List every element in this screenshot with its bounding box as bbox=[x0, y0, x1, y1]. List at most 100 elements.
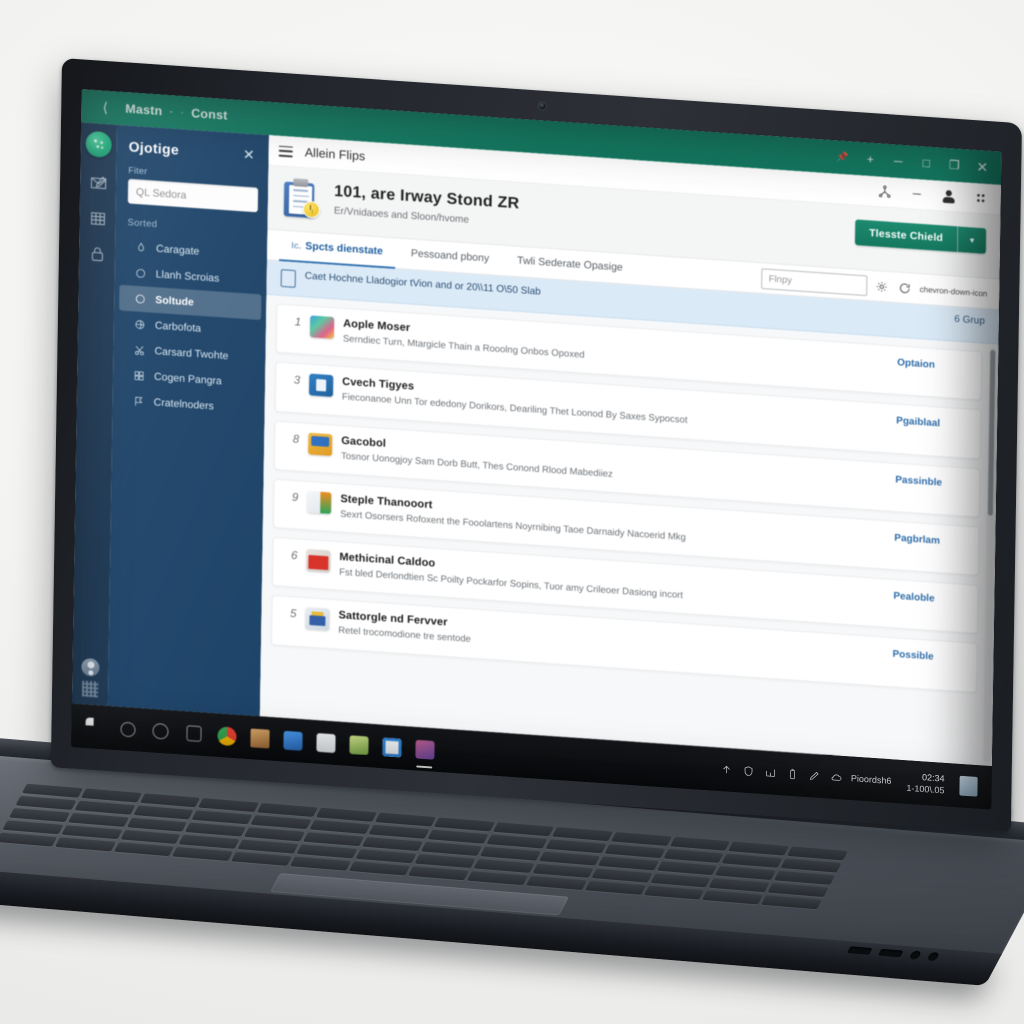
list-item-title: Aople Moser bbox=[343, 317, 411, 335]
system-tray: Pioordsh6 02:34 1-100\.05 bbox=[719, 757, 984, 799]
photos-icon[interactable] bbox=[343, 729, 373, 761]
list-item-title: Cvech Tigyes bbox=[342, 376, 415, 393]
content-title: Allein Flips bbox=[304, 145, 366, 164]
package-app-icon bbox=[306, 548, 331, 573]
sidebar-item-label: Carsard Twohte bbox=[154, 345, 229, 363]
qr-code-icon[interactable] bbox=[81, 680, 99, 698]
pen-icon[interactable] bbox=[807, 768, 822, 784]
mail-icon[interactable] bbox=[277, 724, 307, 756]
explorer-icon[interactable] bbox=[376, 731, 406, 763]
pin-icon[interactable]: 📌 bbox=[829, 145, 855, 170]
user-avatar-icon[interactable] bbox=[81, 657, 100, 677]
sidebar-item-label: Soltude bbox=[155, 294, 194, 309]
list-item-status[interactable]: Possible bbox=[892, 647, 964, 665]
sidebar-close-icon[interactable]: ✕ bbox=[239, 145, 259, 164]
task-view-icon[interactable] bbox=[145, 715, 175, 747]
desktop: ⟨ Mastn - · Const 📌 + ─ □ ❐ ✕ Ojotige ✕ … bbox=[71, 88, 1002, 810]
list-container: 1 Aople Moser Serndiec Turn, Mtargicle T… bbox=[259, 294, 999, 767]
list-item-number: 5 bbox=[290, 608, 297, 621]
laptop-lid: ⟨ Mastn - · Const 📌 + ─ □ ❐ ✕ Ojotige ✕ … bbox=[50, 58, 1022, 833]
document-outline-icon bbox=[280, 269, 296, 288]
blocks-icon bbox=[132, 368, 146, 383]
sidebar-item-label: Carbofota bbox=[154, 319, 202, 335]
list-item-status[interactable]: Optaion bbox=[897, 355, 969, 373]
breadcrumb-leaf[interactable]: Const bbox=[191, 106, 228, 122]
camera-icon[interactable] bbox=[310, 727, 340, 759]
hamburger-menu-icon[interactable] bbox=[278, 145, 293, 158]
apps-grid-icon[interactable] bbox=[971, 188, 991, 209]
show-hidden-icons-chevron[interactable] bbox=[719, 762, 734, 778]
list-item-desc: Retel trocomodione tre sentode bbox=[338, 625, 471, 646]
flag-icon bbox=[132, 394, 146, 409]
new-tab-button[interactable]: + bbox=[857, 147, 883, 172]
restore-button[interactable]: ❐ bbox=[941, 152, 967, 177]
refresh-icon[interactable] bbox=[897, 279, 914, 297]
close-button[interactable]: ✕ bbox=[969, 154, 995, 179]
page-header-actions: Tlesste Chield ▾ bbox=[854, 219, 987, 254]
battery-icon[interactable] bbox=[785, 766, 800, 782]
drop-icon bbox=[134, 240, 148, 255]
person-icon[interactable] bbox=[939, 186, 959, 207]
webcam-icon bbox=[538, 102, 546, 110]
chrome-icon[interactable] bbox=[211, 720, 241, 752]
list-item-status[interactable]: Pgaiblaal bbox=[896, 414, 968, 432]
sidebar-search-value: QL Sedora bbox=[135, 185, 187, 202]
chevron-down-icon[interactable]: chevron-down-icon bbox=[920, 284, 988, 297]
sidebar-item-label: Llanh Scroias bbox=[155, 268, 220, 285]
antivirus-shield-icon[interactable] bbox=[741, 763, 756, 779]
app-logo-icon[interactable] bbox=[85, 130, 112, 158]
primary-action-dropdown[interactable]: ▾ bbox=[956, 226, 987, 254]
breadcrumb-separator: - bbox=[169, 105, 174, 118]
list-item-status[interactable]: Passinble bbox=[895, 472, 967, 490]
photo-app-icon bbox=[309, 315, 335, 339]
list-item-title: Gacobol bbox=[341, 434, 387, 450]
clock[interactable]: 02:34 1-100\.05 bbox=[898, 769, 952, 797]
laptop-device: ⟨ Mastn - · Const 📌 + ─ □ ❐ ✕ Ojotige ✕ … bbox=[0, 0, 1024, 1024]
main-content: Allein Flips 101, are Irway Stond ZR Er/… bbox=[259, 135, 1002, 767]
list-item-status[interactable]: Pagbrlam bbox=[894, 530, 966, 548]
list-item-status[interactable]: Pealoble bbox=[893, 589, 965, 607]
result-list: 1 Aople Moser Serndiec Turn, Mtargicle T… bbox=[260, 295, 999, 766]
tab-label: Pessoand pbony bbox=[410, 247, 490, 265]
start-button[interactable] bbox=[79, 711, 109, 743]
swirl-icon bbox=[133, 292, 147, 307]
minimize-button[interactable]: ─ bbox=[885, 149, 911, 174]
app-window-icon[interactable] bbox=[409, 733, 439, 765]
search-placeholder: Flnpy bbox=[768, 273, 793, 286]
onedrive-icon[interactable] bbox=[829, 769, 844, 785]
breadcrumb-root[interactable]: Mastn bbox=[125, 102, 162, 118]
back-arrow-icon[interactable]: ⟨ bbox=[95, 97, 115, 118]
grid-table-icon[interactable] bbox=[87, 208, 107, 229]
minimize-dash-icon[interactable] bbox=[907, 183, 927, 204]
mail-edit-icon[interactable] bbox=[88, 172, 108, 193]
screen-bezel: ⟨ Mastn - · Const 📌 + ─ □ ❐ ✕ Ojotige ✕ … bbox=[71, 88, 1002, 810]
widgets-icon[interactable] bbox=[178, 718, 208, 750]
network-icon[interactable] bbox=[763, 765, 778, 781]
clipboard-clock-icon bbox=[282, 177, 323, 221]
settings-app-icon bbox=[305, 607, 330, 631]
share-tree-icon[interactable] bbox=[875, 181, 895, 202]
gear-icon[interactable] bbox=[874, 277, 891, 295]
search-icon[interactable] bbox=[112, 713, 142, 745]
spray-app-icon bbox=[307, 490, 332, 514]
sidebar-title: Ojotige bbox=[128, 138, 180, 158]
sidebar-item-label: Caragate bbox=[156, 242, 200, 258]
application-window: ⟨ Mastn - · Const 📌 + ─ □ ❐ ✕ Ojotige ✕ … bbox=[71, 88, 1002, 767]
presentation-app-icon bbox=[308, 373, 334, 398]
maximize-button[interactable]: □ bbox=[913, 150, 939, 175]
notification-note-icon[interactable] bbox=[959, 775, 978, 797]
primary-action-button[interactable]: Tlesste Chield bbox=[854, 219, 958, 252]
tray-label[interactable]: Pioordsh6 bbox=[851, 773, 892, 786]
search-input[interactable]: Flnpy bbox=[761, 267, 868, 296]
tab-label: Twli Sederate Opasige bbox=[517, 254, 623, 274]
lock-icon[interactable] bbox=[87, 243, 107, 264]
sidebar-item-label: Cratelnoders bbox=[153, 396, 214, 413]
clock-date: 1-100\.05 bbox=[906, 782, 945, 796]
list-item-number: 1 bbox=[294, 316, 302, 329]
rail-footer bbox=[81, 657, 100, 706]
list-item-number: 9 bbox=[291, 491, 299, 504]
sidebar: Ojotige ✕ Fiter QL Sedora Sorted Caragat… bbox=[107, 124, 270, 717]
spiral-icon bbox=[133, 317, 147, 332]
store-icon[interactable] bbox=[244, 722, 274, 754]
tab-prefix: Ic. bbox=[291, 240, 302, 251]
